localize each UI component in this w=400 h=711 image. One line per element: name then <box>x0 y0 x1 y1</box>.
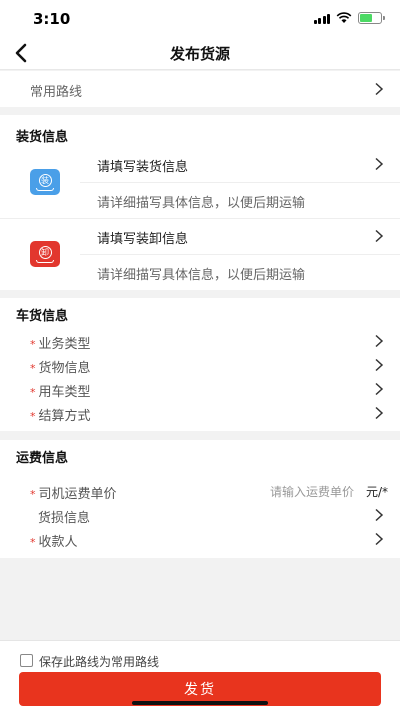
save-route-checkbox[interactable] <box>20 654 33 667</box>
divider <box>80 254 400 255</box>
status-icons <box>313 12 385 24</box>
freight-section: 运费信息 * 司机运费单价 请输入运费单价 元/* 货损信息 * 收款人 <box>0 440 400 558</box>
common-route-label: 常用路线 <box>30 85 83 100</box>
chevron-right-icon <box>375 406 384 420</box>
signal-icon <box>313 13 330 24</box>
chevron-right-icon <box>375 358 384 372</box>
vehicle-section: 车货信息 * 业务类型 * 货物信息 * 用车类型 * 结算方式 <box>0 298 400 431</box>
load-icon: 装 <box>30 169 60 195</box>
business-type-row[interactable]: * 业务类型 <box>30 333 91 352</box>
chevron-right-icon <box>375 382 384 396</box>
loading-section: 装货信息 装 请填写装货信息 请详细描写具体信息，以便后期运输 卸 请填写装卸信… <box>0 115 400 290</box>
chevron-right-icon <box>375 532 384 546</box>
common-route-row[interactable]: 常用路线 <box>0 71 400 107</box>
settlement-method-row[interactable]: * 结算方式 <box>30 405 91 424</box>
wifi-icon <box>336 12 352 23</box>
status-time: 3:10 <box>33 10 71 28</box>
load-info-title[interactable]: 请填写装货信息 <box>97 156 188 175</box>
divider <box>0 218 400 219</box>
chevron-right-icon <box>375 508 384 522</box>
vehicle-type-row[interactable]: * 用车类型 <box>30 381 91 400</box>
section-title-vehicle: 车货信息 <box>16 309 69 324</box>
battery-icon <box>358 12 385 24</box>
unit-price-unit: 元/* <box>365 485 388 499</box>
divider <box>80 182 400 183</box>
page-title: 发布货源 <box>169 45 230 63</box>
unload-info-hint: 请详细描写具体信息，以便后期运输 <box>97 268 306 283</box>
chevron-right-icon <box>375 82 384 96</box>
chevron-right-icon <box>375 229 384 243</box>
home-indicator <box>132 701 268 705</box>
unload-icon: 卸 <box>30 241 60 267</box>
unload-info-title[interactable]: 请填写装卸信息 <box>97 228 188 247</box>
section-title-loading: 装货信息 <box>16 130 69 145</box>
payee-row[interactable]: * 收款人 <box>30 531 78 550</box>
chevron-right-icon <box>375 334 384 348</box>
chevron-right-icon <box>375 157 384 171</box>
damage-info-row[interactable]: 货损信息 <box>38 507 90 526</box>
nav-bar: 发布货源 <box>0 36 400 70</box>
status-bar: 3:10 <box>0 0 400 36</box>
unit-price-input[interactable]: 请输入运费单价 <box>270 483 354 500</box>
unit-price-label: * 司机运费单价 <box>30 487 117 502</box>
load-info-hint: 请详细描写具体信息，以便后期运输 <box>97 196 306 211</box>
section-title-freight: 运费信息 <box>16 451 69 466</box>
save-route-label: 保存此路线为常用路线 <box>39 655 160 669</box>
goods-info-row[interactable]: * 货物信息 <box>30 357 91 376</box>
